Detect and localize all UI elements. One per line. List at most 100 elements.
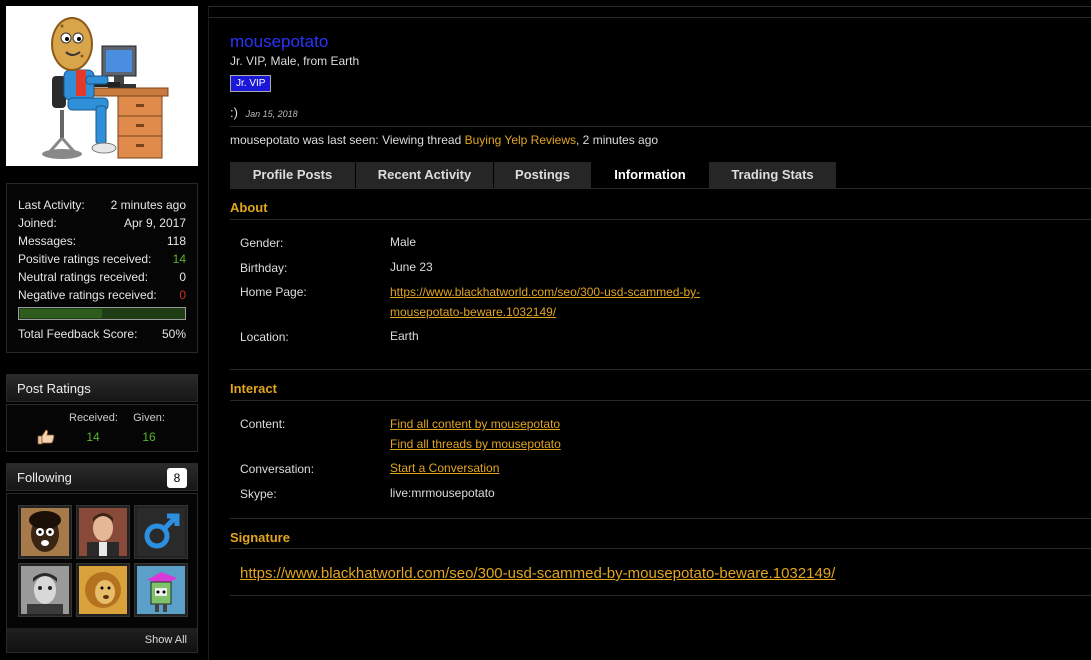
location-value: Earth [390,329,419,343]
stat-label: Last Activity: [18,198,85,212]
stat-total-feedback: Total Feedback Score: 50% [18,325,186,343]
given-label: Given: [133,412,165,424]
divider [230,595,1091,596]
homepage-label: Home Page: [240,285,307,299]
tab-postings[interactable]: Postings [494,162,592,188]
following-avatar[interactable] [18,505,72,559]
post-ratings-header: Post Ratings [6,374,198,402]
divider [230,518,1091,519]
stat-negative-ratings: Negative ratings received: 0 [18,286,186,304]
received-value: 14 [86,430,100,444]
avatar-image [21,508,69,556]
divider [230,219,1091,220]
stat-value: Apr 9, 2017 [123,216,186,230]
stat-label: Total Feedback Score: [18,327,138,341]
received-label: Received: [69,412,118,424]
following-title: Following [17,470,72,485]
stat-value: 2 minutes ago [110,198,186,212]
stat-value: 118 [166,234,186,248]
content-label: Content: [240,417,286,431]
divider [230,548,1091,549]
member-stats: Last Activity: 2 minutes ago Joined: Apr… [6,183,198,353]
sidebar: Last Activity: 2 minutes ago Joined: Apr… [0,0,208,660]
last-seen-thread-link[interactable]: Buying Yelp Reviews [465,133,576,147]
stat-value: 14 [172,252,186,266]
divider [230,188,1091,189]
tab-trading-stats[interactable]: Trading Stats [709,162,837,188]
stat-value: 0 [179,288,186,302]
birthday-value: June 23 [390,260,433,274]
gender-value: Male [390,235,417,249]
last-seen-suffix: , 2 minutes ago [576,133,659,147]
stat-label: Messages: [18,234,77,248]
find-all-threads-link[interactable]: Find all threads by mousepotato [390,435,561,454]
tab-information[interactable]: Information [592,162,709,188]
location-label: Location: [240,330,289,344]
divider [230,369,1091,370]
feedback-score-fill [20,309,102,318]
stat-value: 0 [179,270,186,284]
tab-profile-posts[interactable]: Profile Posts [230,162,356,188]
divider [230,126,1091,127]
last-seen-prefix: mousepotato was last seen: Viewing threa… [230,133,462,147]
thumbs-up-icon [37,429,55,445]
section-signature-title: Signature [230,530,290,545]
following-count-badge: 8 [167,468,187,488]
skype-label: Skype: [240,487,277,501]
potato-avatar-image [42,17,169,159]
last-seen-line: mousepotato was last seen: Viewing threa… [230,133,658,147]
robot-avatar-image [137,566,185,614]
male-symbol-icon [137,508,185,556]
profile-main: mousepotato Jr. VIP, Male, from Earth Jr… [208,6,1091,660]
avatar-image [79,508,127,556]
find-all-content-link[interactable]: Find all content by mousepotato [390,415,560,434]
signature-link[interactable]: https://www.blackhatworld.com/seo/300-us… [240,565,835,582]
stat-messages: Messages: 118 [18,232,186,250]
birthday-label: Birthday: [240,261,288,275]
homepage-link[interactable]: https://www.blackhatworld.com/seo/300-us… [390,283,700,302]
gender-label: Gender: [240,236,284,250]
following-avatar[interactable] [76,505,130,559]
post-ratings-panel: Received: 14 Given: 16 [6,404,198,452]
status-date: Jan 15, 2018 [245,109,298,119]
lion-avatar-image [79,566,127,614]
following-panel: Show All [6,493,198,653]
stat-neutral-ratings: Neutral ratings received: 0 [18,268,186,286]
post-ratings-title: Post Ratings [17,381,91,396]
show-all-following-link[interactable]: Show All [7,628,197,652]
following-avatar[interactable] [18,563,72,617]
start-conversation-link[interactable]: Start a Conversation [390,459,499,478]
stat-label: Neutral ratings received: [18,270,149,284]
profile-user-title: Jr. VIP, Male, from Earth [230,54,360,68]
feedback-score-bar [18,307,186,320]
profile-avatar[interactable] [6,6,198,166]
stat-label: Negative ratings received: [18,288,157,302]
stat-label: Positive ratings received: [18,252,152,266]
conversation-label: Conversation: [240,462,315,476]
ratings-given: Given: 16 [129,412,169,444]
following-avatar[interactable] [76,563,130,617]
status-text: :) [230,105,238,120]
section-interact-title: Interact [230,381,277,396]
skype-value: live:mrmousepotato [390,486,495,500]
homepage-link-continued[interactable]: mousepotato-beware.1032149/ [390,303,556,322]
following-avatar[interactable] [134,563,188,617]
stat-value: 50% [161,327,186,341]
divider [209,17,1091,18]
tab-recent-activity[interactable]: Recent Activity [356,162,494,188]
given-value: 16 [142,430,156,444]
avatar-image [21,566,69,614]
following-header: Following 8 [6,463,198,491]
profile-status: :) Jan 15, 2018 [230,105,298,120]
following-avatar[interactable] [134,505,188,559]
ratings-received: Received: 14 [69,412,118,444]
stat-last-activity: Last Activity: 2 minutes ago [18,196,186,214]
profile-username[interactable]: mousepotato [230,32,328,52]
stat-joined: Joined: Apr 9, 2017 [18,214,186,232]
show-all-label: Show All [144,634,187,646]
stat-positive-ratings: Positive ratings received: 14 [18,250,186,268]
user-rank-badge: Jr. VIP [230,75,272,92]
profile-tabs: Profile Posts Recent Activity Postings I… [230,162,837,188]
stat-label: Joined: [18,216,57,230]
section-about-title: About [230,200,268,215]
